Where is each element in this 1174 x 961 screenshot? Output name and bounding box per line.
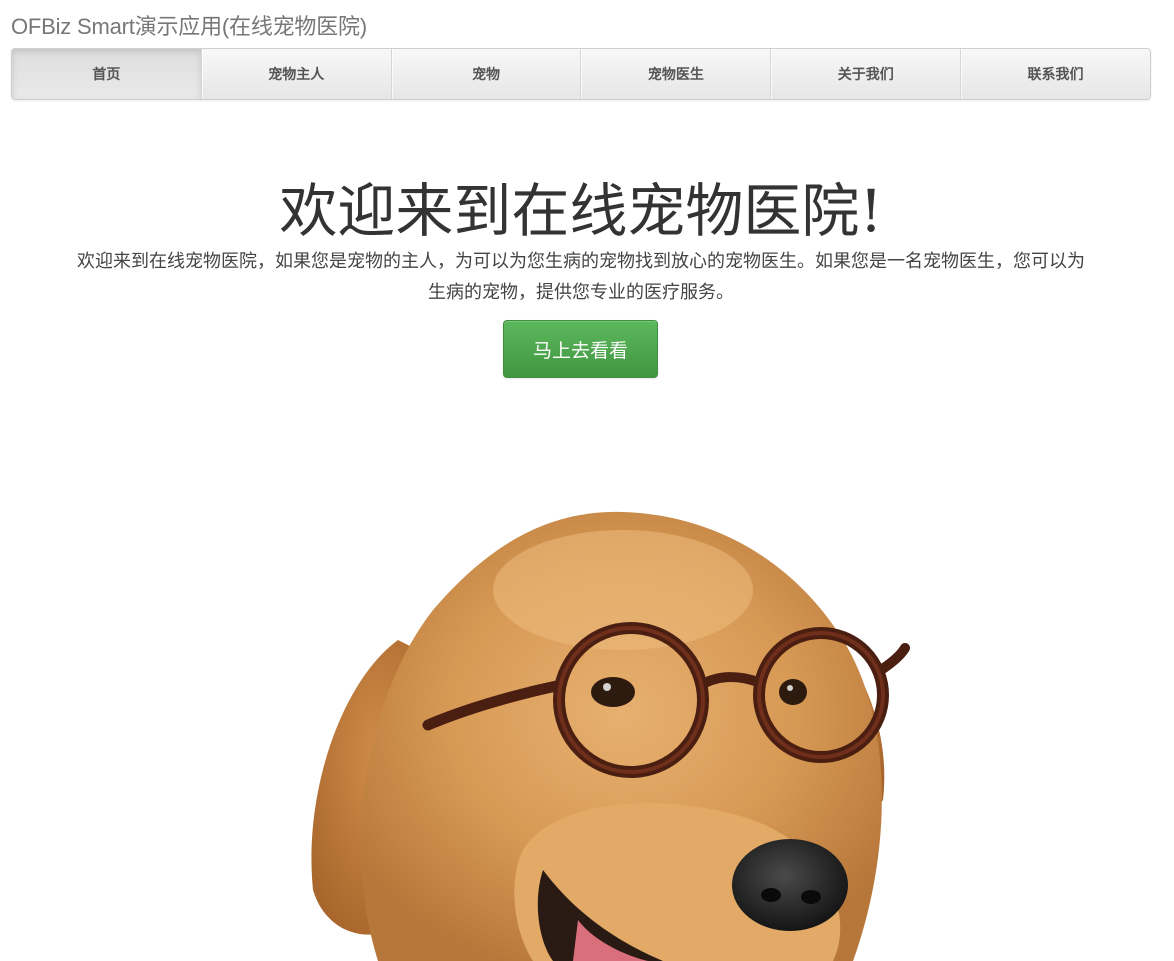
nav-item-home[interactable]: 首页 xyxy=(12,49,202,99)
nav-item-pets[interactable]: 宠物 xyxy=(392,49,582,99)
hero-description: 欢迎来到在线宠物医院，如果您是宠物的主人，为可以为您生病的宠物找到放心的宠物医生… xyxy=(77,251,1085,303)
get-started-button[interactable]: 马上去看看 xyxy=(503,320,658,378)
app-title: OFBiz Smart演示应用(在线宠物医院) xyxy=(11,14,367,39)
nav-item-vets[interactable]: 宠物医生 xyxy=(581,49,772,99)
nav-item-pet-owners[interactable]: 宠物主人 xyxy=(202,49,392,99)
hero-title: 欢迎来到在线宠物医院! xyxy=(279,177,883,245)
dog-with-glasses-image xyxy=(193,470,968,961)
nav-item-contact-us[interactable]: 联系我们 xyxy=(961,49,1150,99)
main-navbar: 首页 宠物主人 宠物 宠物医生 关于我们 联系我们 xyxy=(11,48,1151,100)
nav-item-about-us[interactable]: 关于我们 xyxy=(771,49,962,99)
